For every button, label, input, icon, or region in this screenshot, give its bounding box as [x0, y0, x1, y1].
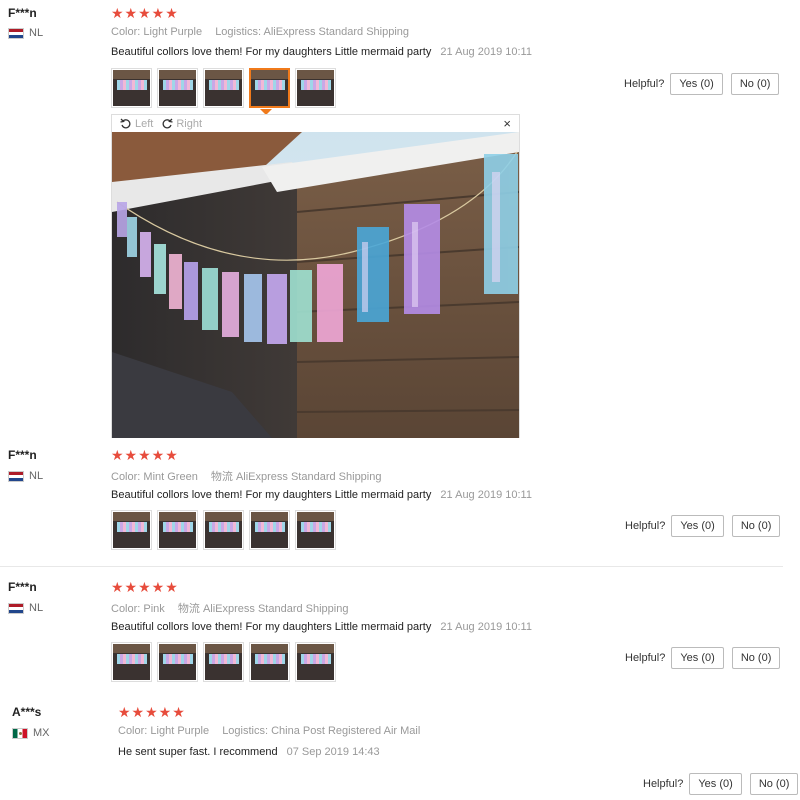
color-value: Pink [143, 603, 165, 615]
helpful-yes-button[interactable]: Yes (0) [689, 773, 742, 795]
nl-flag-icon [8, 602, 24, 614]
rotate-left-button[interactable]: Left [120, 118, 153, 130]
review-text: He sent super fast. I recommend 07 Sep 2… [118, 746, 380, 758]
logistics-key: 物流 [210, 471, 233, 483]
review-text: Beautiful collors love them! For my daug… [111, 489, 532, 501]
color-value: Mint Green [143, 471, 198, 483]
logistics-key: Logistics: [222, 725, 269, 737]
review-photos [111, 642, 336, 682]
nl-flag-icon [8, 27, 24, 39]
helpful-label: Helpful? [625, 520, 666, 532]
review-meta: Color: Light Purple Logistics: AliExpres… [111, 26, 419, 38]
close-icon[interactable]: × [503, 116, 511, 131]
helpful-controls: Helpful? Yes (0) No (0) [643, 773, 799, 795]
photo-thumbnail[interactable] [203, 68, 244, 108]
helpful-no-button[interactable]: No (0) [731, 515, 781, 537]
photo-thumbnail[interactable] [249, 642, 290, 682]
photo-thumbnail[interactable] [157, 642, 198, 682]
reviewer-name: F***n [8, 6, 37, 20]
rotate-left-label: Left [135, 117, 154, 130]
logistics-key: Logistics: [215, 26, 262, 38]
rotate-left-icon [120, 118, 131, 128]
review-date: 07 Sep 2019 14:43 [286, 746, 380, 758]
country-code: NL [29, 470, 44, 482]
review-photos [111, 68, 336, 108]
logistics-key: 物流 [177, 603, 200, 615]
reviewer-country: NL [8, 470, 43, 482]
rotate-right-button[interactable]: Right [161, 118, 202, 130]
logistics-value: AliExpress Standard Shipping [235, 471, 382, 483]
review-meta: Color: Pink 物流 AliExpress Standard Shipp… [111, 600, 358, 616]
review-meta: Color: Mint Green 物流 AliExpress Standard… [111, 468, 391, 484]
photo-thumbnail[interactable] [295, 642, 336, 682]
review-body: Beautiful collors love them! For my daug… [111, 621, 432, 633]
helpful-controls: Helpful? Yes (0) No (0) [625, 515, 781, 537]
helpful-no-button[interactable]: No (0) [730, 73, 780, 95]
country-code: NL [29, 27, 44, 39]
photo-thumbnail[interactable] [249, 510, 290, 550]
review-text: Beautiful collors love them! For my daug… [111, 46, 532, 58]
helpful-yes-button[interactable]: Yes (0) [670, 73, 723, 95]
photo-thumbnail[interactable] [295, 68, 336, 108]
reviewer-name: A***s [12, 705, 42, 719]
helpful-yes-button[interactable]: Yes (0) [671, 515, 724, 537]
review-body: He sent super fast. I recommend [118, 746, 278, 758]
photo-thumbnail[interactable] [203, 510, 244, 550]
helpful-label: Helpful? [643, 778, 684, 790]
color-key: Color: [118, 725, 148, 737]
logistics-value: China Post Registered Air Mail [271, 725, 421, 737]
color-value: Light Purple [143, 26, 203, 38]
star-rating: ★★★★★ [111, 5, 179, 21]
photo-thumbnail[interactable] [111, 68, 152, 108]
country-code: MX [33, 727, 50, 739]
photo-thumbnail[interactable] [203, 642, 244, 682]
review-photo-large [112, 132, 519, 438]
photo-thumbnail[interactable] [157, 68, 198, 108]
color-key: Color: [111, 603, 141, 615]
review-meta: Color: Light Purple Logistics: China Pos… [118, 725, 430, 737]
helpful-no-button[interactable]: No (0) [731, 647, 781, 669]
reviewer-country: NL [8, 27, 43, 39]
review-text: Beautiful collors love them! For my daug… [111, 621, 532, 633]
review-date: 21 Aug 2019 10:11 [440, 621, 532, 633]
logistics-value: AliExpress Standard Shipping [263, 26, 410, 38]
country-code: NL [29, 602, 44, 614]
helpful-no-button[interactable]: No (0) [749, 773, 799, 795]
reviewer-name: F***n [8, 580, 37, 594]
helpful-label: Helpful? [624, 78, 665, 90]
reviewer-country: MX [12, 727, 50, 739]
review-body: Beautiful collors love them! For my daug… [111, 489, 432, 501]
logistics-value: AliExpress Standard Shipping [202, 603, 349, 615]
photo-viewer: Left Right × [111, 114, 520, 438]
mx-flag-icon [12, 727, 28, 739]
helpful-yes-button[interactable]: Yes (0) [671, 647, 724, 669]
review-body: Beautiful collors love them! For my daug… [111, 46, 432, 58]
review-date: 21 Aug 2019 10:11 [440, 46, 532, 58]
review-divider [0, 566, 783, 567]
star-rating: ★★★★★ [111, 579, 179, 595]
reviewer-country: NL [8, 602, 43, 614]
star-rating: ★★★★★ [111, 447, 179, 463]
review-date: 21 Aug 2019 10:11 [440, 489, 532, 501]
reviewer-name: F***n [8, 448, 37, 462]
photo-thumbnail-active[interactable] [249, 68, 290, 108]
review-photos [111, 510, 336, 550]
color-key: Color: [111, 26, 141, 38]
star-rating: ★★★★★ [118, 704, 186, 720]
color-value: Light Purple [150, 725, 210, 737]
photo-thumbnail[interactable] [111, 510, 152, 550]
viewer-toolbar: Left Right [112, 115, 519, 132]
color-key: Color: [111, 471, 141, 483]
helpful-controls: Helpful? Yes (0) No (0) [624, 73, 780, 95]
photo-thumbnail[interactable] [111, 642, 152, 682]
helpful-controls: Helpful? Yes (0) No (0) [625, 647, 781, 669]
photo-thumbnail[interactable] [295, 510, 336, 550]
rotate-right-label: Right [176, 117, 203, 130]
rotate-right-icon [162, 118, 173, 128]
photo-thumbnail[interactable] [157, 510, 198, 550]
helpful-label: Helpful? [625, 652, 666, 664]
nl-flag-icon [8, 470, 24, 482]
